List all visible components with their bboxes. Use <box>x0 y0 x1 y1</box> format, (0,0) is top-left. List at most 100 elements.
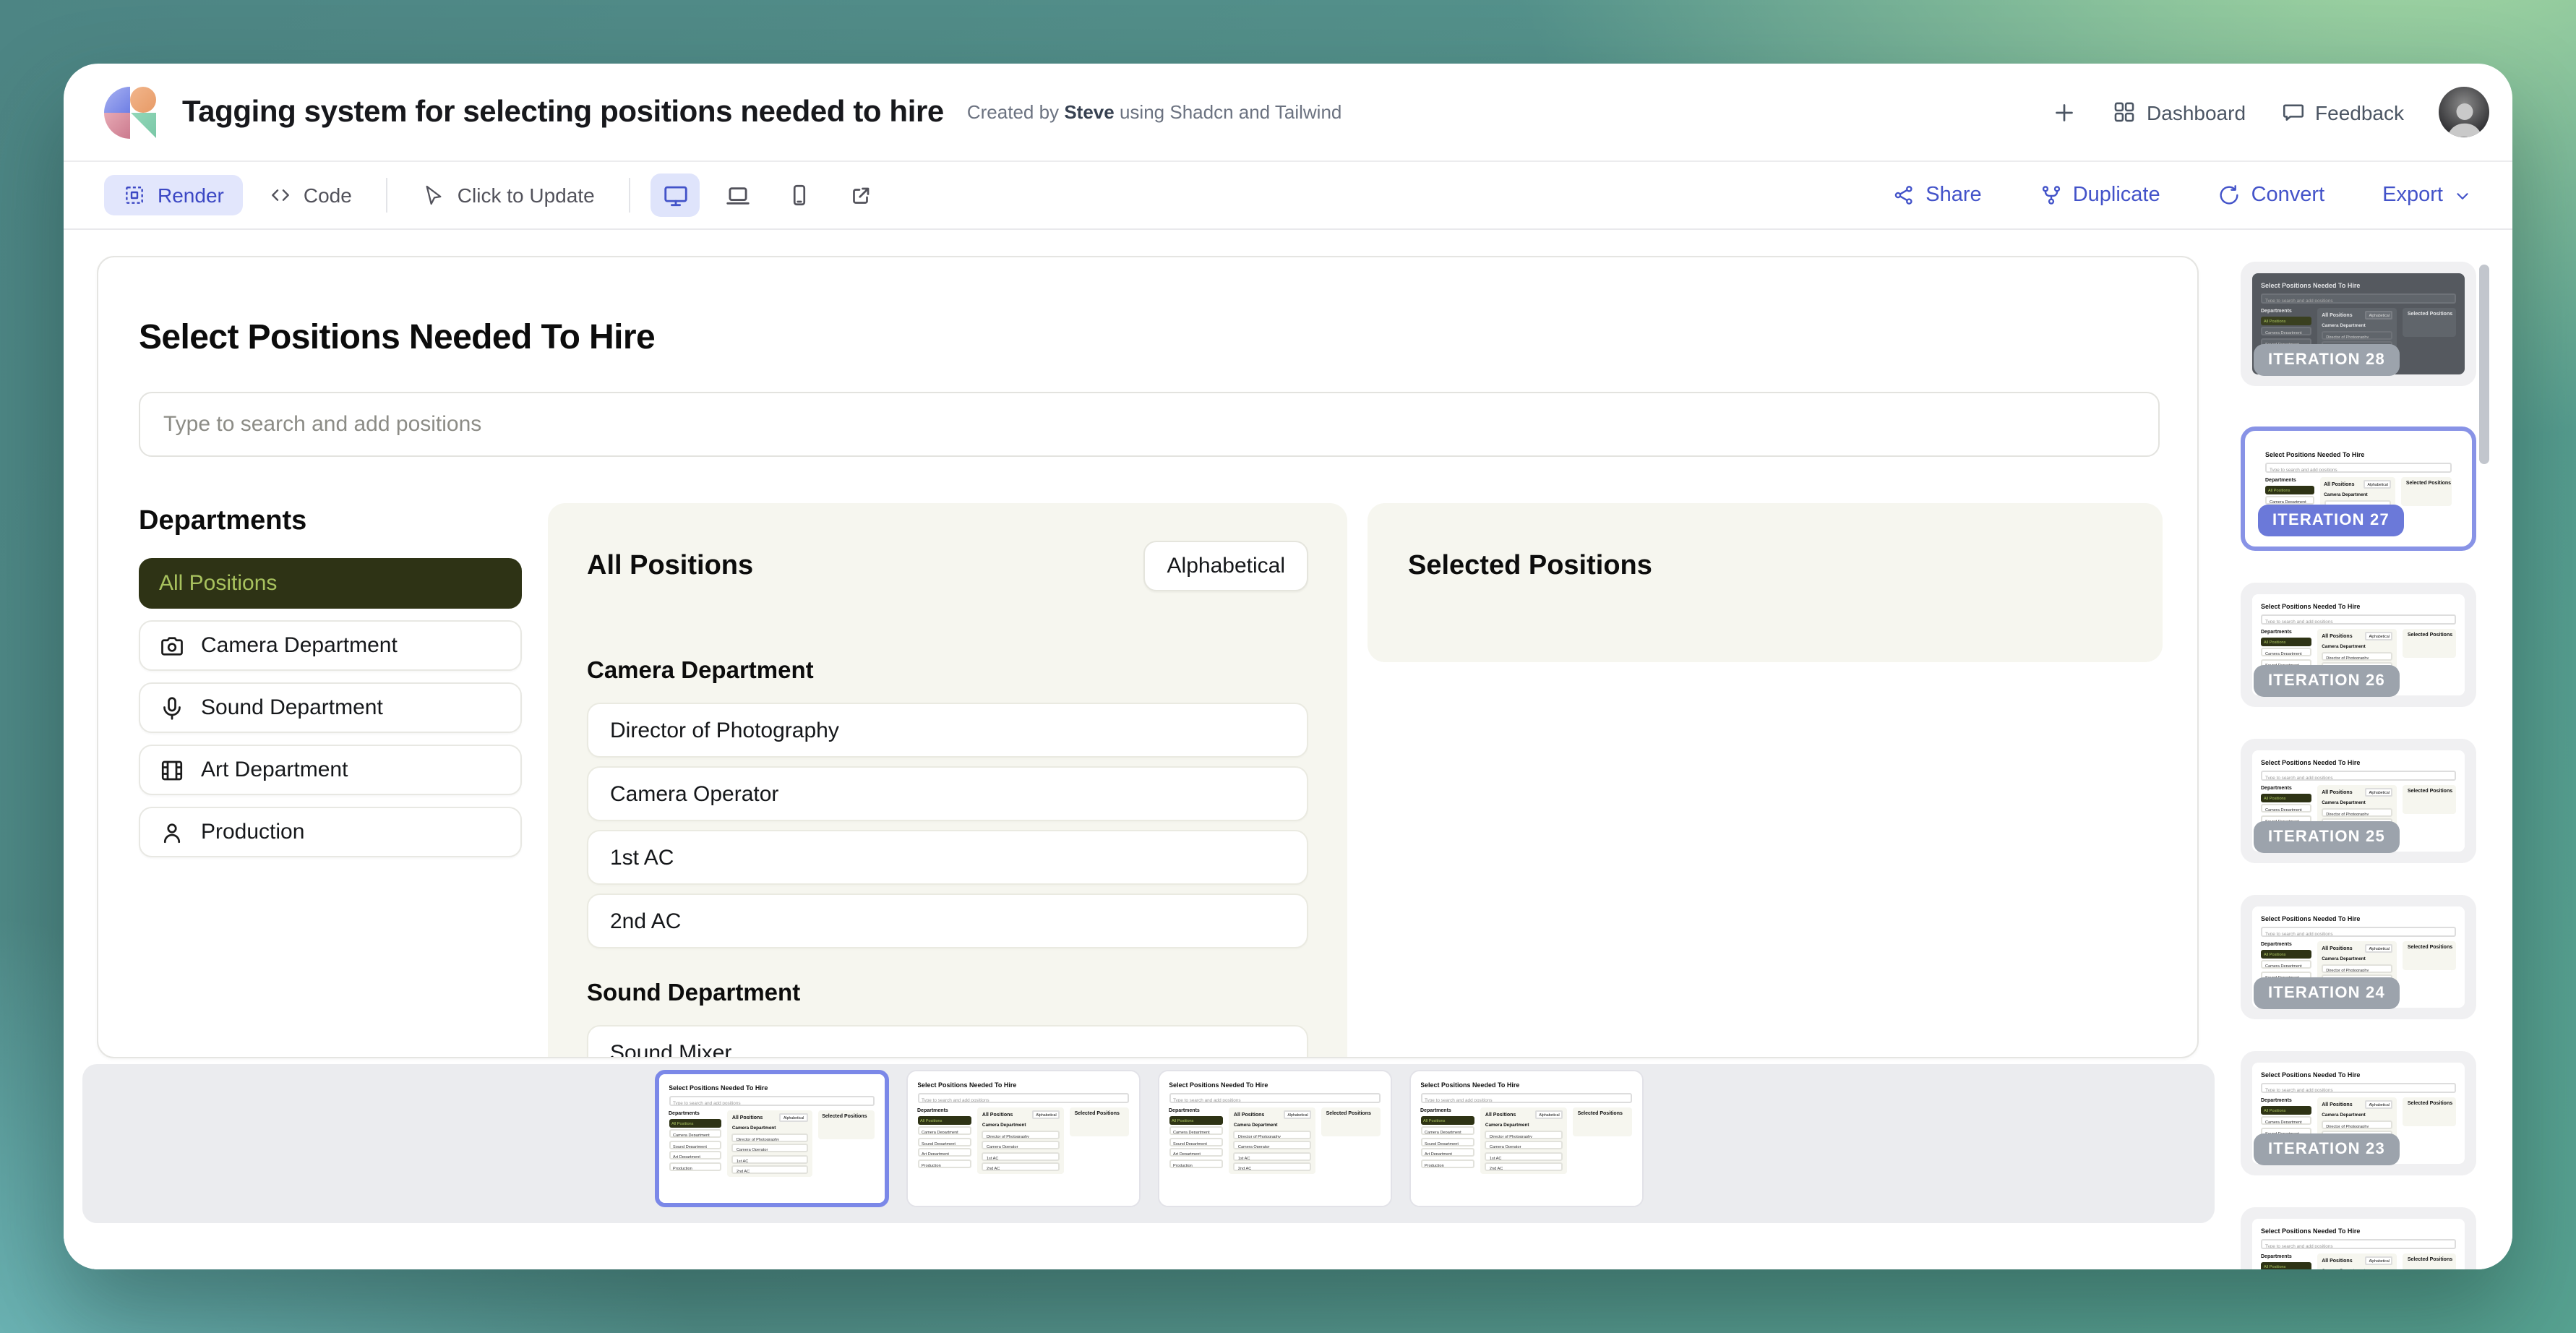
iteration-card-28[interactable]: Select Positions Needed To HireType to s… <box>2241 262 2476 386</box>
department-label: Art Department <box>201 758 348 782</box>
filmstrip-thumbnail-selected[interactable]: Select Positions Needed To HireType to s… <box>654 1070 888 1207</box>
filmstrip-thumbnail[interactable]: Select Positions Needed To HireType to s… <box>1409 1070 1643 1207</box>
group-sound-department: Sound Department <box>587 980 1308 1008</box>
position-row[interactable]: Sound Mixer <box>587 1025 1308 1058</box>
department-label: All Positions <box>159 571 277 596</box>
department-label: Camera Department <box>201 633 398 658</box>
iteration-card-23[interactable]: Select Positions Needed To HireType to s… <box>2241 1051 2476 1175</box>
dashboard-button[interactable]: Dashboard <box>2098 91 2260 133</box>
share-icon <box>1892 184 1915 207</box>
project-title: Tagging system for selecting positions n… <box>182 95 944 129</box>
rendered-app-card: Select Positions Needed To Hire Departme… <box>97 256 2199 1058</box>
filmstrip-thumbnail[interactable]: Select Positions Needed To HireType to s… <box>906 1070 1140 1207</box>
page-title: Select Positions Needed To Hire <box>139 318 2197 359</box>
new-project-button[interactable] <box>2037 90 2092 134</box>
filmstrip-region: Select Positions Needed To HireType to s… <box>64 1064 2233 1269</box>
laptop-icon <box>724 181 752 209</box>
selected-positions-heading: Selected Positions <box>1408 551 1652 581</box>
plus-icon <box>2051 99 2077 125</box>
tab-code[interactable]: Code <box>254 175 366 215</box>
iterations-sidebar: Select Positions Needed To HireType to s… <box>2233 230 2512 1269</box>
feedback-button[interactable]: Feedback <box>2266 91 2418 133</box>
iteration-card-partial[interactable]: Select Positions Needed To HireType to s… <box>2241 1207 2476 1269</box>
phone-icon <box>787 182 813 208</box>
iteration-label: ITERATION 25 <box>2254 821 2400 853</box>
created-by-name: Steve <box>1064 101 1114 123</box>
all-positions-panel: All Positions Alphabetical Camera Depart… <box>548 503 1347 1058</box>
device-laptop-button[interactable] <box>713 173 763 217</box>
header-actions: Dashboard Feedback <box>2037 87 2489 137</box>
search-input[interactable] <box>139 392 2160 457</box>
department-production[interactable]: Production <box>139 807 522 857</box>
camera-icon <box>159 633 185 659</box>
iteration-label: ITERATION 27 <box>2258 505 2404 536</box>
open-external-icon <box>849 182 875 208</box>
editor-content: Select Positions Needed To Hire Departme… <box>64 230 2512 1269</box>
click-to-update-label: Click to Update <box>458 184 595 207</box>
fork-icon <box>2040 184 2063 207</box>
iteration-label: ITERATION 26 <box>2254 665 2400 697</box>
render-frame-icon <box>123 184 146 207</box>
tab-render[interactable]: Render <box>104 175 243 215</box>
avatar-person-icon <box>2442 97 2486 137</box>
created-by-text: Created by Steve using Shadcn and Tailwi… <box>967 101 1342 123</box>
feedback-bubble-icon <box>2280 100 2305 124</box>
department-all-positions[interactable]: All Positions <box>139 558 522 609</box>
iteration-card-26[interactable]: Select Positions Needed To HireType to s… <box>2241 583 2476 707</box>
created-by-prefix: Created by <box>967 101 1059 123</box>
chevron-down-icon <box>2453 186 2472 205</box>
position-row[interactable]: Camera Operator <box>587 766 1308 821</box>
desktop-background: Tagging system for selecting positions n… <box>0 0 2576 1333</box>
departments-column: Departments All Positions Camera Departm… <box>139 503 522 857</box>
dashboard-label: Dashboard <box>2147 100 2246 124</box>
iteration-label: ITERATION 23 <box>2254 1133 2400 1165</box>
duplicate-button[interactable]: Duplicate <box>2031 182 2169 208</box>
selected-positions-panel: Selected Positions <box>1368 503 2163 662</box>
iteration-card-25[interactable]: Select Positions Needed To HireType to s… <box>2241 739 2476 863</box>
toolbar-divider <box>387 178 388 213</box>
created-by-suffix: using Shadcn and Tailwind <box>1120 101 1341 123</box>
preview-canvas: Select Positions Needed To Hire Departme… <box>64 230 2233 1269</box>
filmstrip-thumbnail[interactable]: Select Positions Needed To HireType to s… <box>1157 1070 1391 1207</box>
department-label: Sound Department <box>201 695 383 720</box>
editor-toolbar: Render Code Click to Update <box>64 162 2512 230</box>
export-button[interactable]: Export <box>2374 182 2481 208</box>
toolbar-actions: Share Duplicate Convert Export <box>1884 182 2481 208</box>
iteration-card-24[interactable]: Select Positions Needed To HireType to s… <box>2241 895 2476 1019</box>
position-row[interactable]: 2nd AC <box>587 893 1308 948</box>
share-button[interactable]: Share <box>1884 182 1990 208</box>
group-camera-department: Camera Department <box>587 658 1308 685</box>
open-external-button[interactable] <box>838 173 887 217</box>
device-desktop-button[interactable] <box>651 173 700 217</box>
person-icon <box>159 819 185 845</box>
avatar[interactable] <box>2439 87 2489 137</box>
click-to-update-button[interactable]: Click to Update <box>408 175 609 215</box>
top-header: Tagging system for selecting positions n… <box>64 64 2512 162</box>
sidebar-scrollbar[interactable] <box>2479 265 2489 464</box>
department-art[interactable]: Art Department <box>139 745 522 795</box>
toolbar-divider <box>630 178 631 213</box>
department-camera[interactable]: Camera Department <box>139 620 522 671</box>
dashboard-grid-icon <box>2112 100 2137 124</box>
device-phone-button[interactable] <box>776 173 825 217</box>
monitor-icon <box>662 181 690 209</box>
iteration-label: ITERATION 24 <box>2254 977 2400 1009</box>
department-sound[interactable]: Sound Department <box>139 682 522 733</box>
department-label: Production <box>201 820 304 844</box>
convert-button[interactable]: Convert <box>2210 182 2334 208</box>
app-window: Tagging system for selecting positions n… <box>64 64 2512 1269</box>
all-positions-heading: All Positions <box>587 550 753 582</box>
position-row[interactable]: 1st AC <box>587 830 1308 885</box>
render-label: Render <box>158 184 224 207</box>
convert-icon <box>2218 184 2241 207</box>
share-label: Share <box>1925 184 1981 207</box>
position-row[interactable]: Director of Photography <box>587 703 1308 758</box>
cursor-icon <box>423 184 446 207</box>
sort-alphabetical-button[interactable]: Alphabetical <box>1144 541 1308 591</box>
export-label: Export <box>2382 184 2443 207</box>
duplicate-label: Duplicate <box>2073 184 2160 207</box>
convert-label: Convert <box>2251 184 2325 207</box>
iteration-card-27[interactable]: Select Positions Needed To HireType to s… <box>2241 427 2476 551</box>
magic-patterns-logo <box>104 86 156 138</box>
code-icon <box>269 184 292 207</box>
